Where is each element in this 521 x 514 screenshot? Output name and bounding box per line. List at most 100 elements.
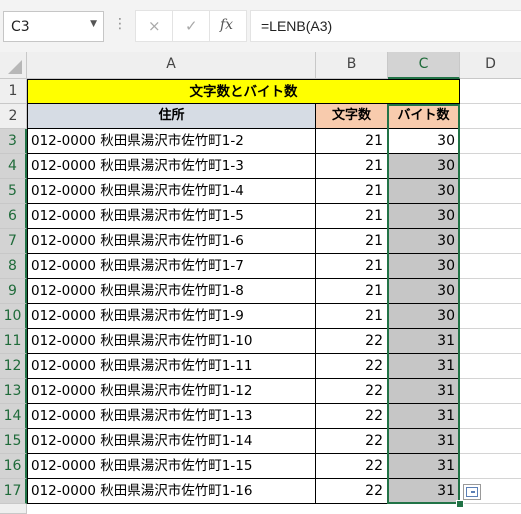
quick-analysis-button[interactable] bbox=[463, 484, 481, 500]
char-count-cell[interactable]: 22 bbox=[316, 479, 388, 504]
select-all-corner[interactable] bbox=[0, 52, 27, 79]
row-header[interactable]: 14 bbox=[0, 404, 27, 429]
address-cell[interactable]: 012-0000 秋田県湯沢市佐竹町1-13 bbox=[27, 404, 316, 429]
empty-cell[interactable] bbox=[460, 329, 521, 354]
byte-count-cell[interactable]: 31 bbox=[388, 454, 460, 479]
row-header[interactable]: 4 bbox=[0, 154, 27, 179]
byte-count-cell[interactable]: 30 bbox=[388, 204, 460, 229]
char-count-cell[interactable]: 21 bbox=[316, 204, 388, 229]
empty-cell[interactable] bbox=[460, 154, 521, 179]
byte-count-cell[interactable]: 31 bbox=[388, 479, 460, 504]
row-header[interactable]: 9 bbox=[0, 279, 27, 304]
byte-count-cell[interactable]: 30 bbox=[388, 154, 460, 179]
char-count-cell[interactable]: 21 bbox=[316, 129, 388, 154]
byte-count-cell[interactable]: 31 bbox=[388, 379, 460, 404]
empty-cell[interactable] bbox=[460, 404, 521, 429]
empty-cell[interactable] bbox=[460, 129, 521, 154]
formula-input[interactable]: =LENB(A3) bbox=[250, 10, 521, 42]
address-cell[interactable]: 012-0000 秋田県湯沢市佐竹町1-10 bbox=[27, 329, 316, 354]
empty-cell[interactable] bbox=[460, 229, 521, 254]
header-address[interactable]: 住所 bbox=[27, 104, 316, 129]
fill-handle[interactable] bbox=[456, 500, 464, 508]
address-cell[interactable]: 012-0000 秋田県湯沢市佐竹町1-12 bbox=[27, 379, 316, 404]
empty-cell[interactable] bbox=[460, 254, 521, 279]
char-count-cell[interactable]: 21 bbox=[316, 179, 388, 204]
address-cell[interactable]: 012-0000 秋田県湯沢市佐竹町1-6 bbox=[27, 229, 316, 254]
char-count-cell[interactable]: 22 bbox=[316, 354, 388, 379]
row-header[interactable]: 12 bbox=[0, 354, 27, 379]
byte-count-cell[interactable]: 31 bbox=[388, 354, 460, 379]
row-header[interactable]: 1 bbox=[0, 79, 27, 104]
row-header[interactable]: 3 bbox=[0, 129, 27, 154]
enter-button[interactable]: ✓ bbox=[172, 10, 210, 42]
row-header[interactable]: 8 bbox=[0, 254, 27, 279]
byte-count-cell[interactable]: 31 bbox=[388, 429, 460, 454]
spreadsheet-grid[interactable]: A B C D 1 文字数とバイト数 2 住所 文字数 バイト数 3 012-00… bbox=[0, 52, 521, 514]
byte-count-cell[interactable]: 31 bbox=[388, 404, 460, 429]
char-count-cell[interactable]: 21 bbox=[316, 304, 388, 329]
header-char-count[interactable]: 文字数 bbox=[316, 104, 388, 129]
byte-count-cell[interactable]: 30 bbox=[388, 229, 460, 254]
table-title[interactable]: 文字数とバイト数 bbox=[27, 79, 460, 104]
row-header[interactable]: 6 bbox=[0, 204, 27, 229]
address-cell[interactable]: 012-0000 秋田県湯沢市佐竹町1-11 bbox=[27, 354, 316, 379]
empty-cell[interactable] bbox=[460, 104, 521, 129]
empty-cell[interactable] bbox=[460, 179, 521, 204]
address-cell[interactable]: 012-0000 秋田県湯沢市佐竹町1-7 bbox=[27, 254, 316, 279]
row-header[interactable]: 17 bbox=[0, 479, 27, 504]
row-header[interactable]: 5 bbox=[0, 179, 27, 204]
byte-count-cell[interactable]: 30 bbox=[388, 279, 460, 304]
empty-cell[interactable] bbox=[460, 279, 521, 304]
insert-function-button[interactable]: fx bbox=[209, 10, 247, 42]
byte-count-cell[interactable]: 30 bbox=[388, 254, 460, 279]
char-count-cell[interactable]: 22 bbox=[316, 454, 388, 479]
row-header[interactable]: 15 bbox=[0, 429, 27, 454]
empty-cell[interactable] bbox=[460, 379, 521, 404]
byte-count-cell[interactable]: 30 bbox=[388, 304, 460, 329]
row-header[interactable]: 16 bbox=[0, 454, 27, 479]
row-header[interactable]: 13 bbox=[0, 379, 27, 404]
char-count-cell[interactable]: 21 bbox=[316, 154, 388, 179]
char-count-cell[interactable]: 21 bbox=[316, 229, 388, 254]
char-count-cell[interactable]: 22 bbox=[316, 379, 388, 404]
cancel-button[interactable]: × bbox=[135, 10, 173, 42]
empty-cell[interactable] bbox=[460, 454, 521, 479]
name-box-value: C3 bbox=[11, 19, 30, 35]
char-count-cell[interactable]: 22 bbox=[316, 329, 388, 354]
column-header-d[interactable]: D bbox=[460, 52, 521, 79]
row-header[interactable]: 2 bbox=[0, 104, 27, 129]
address-cell[interactable]: 012-0000 秋田県湯沢市佐竹町1-16 bbox=[27, 479, 316, 504]
address-cell[interactable]: 012-0000 秋田県湯沢市佐竹町1-14 bbox=[27, 429, 316, 454]
select-all-icon bbox=[8, 60, 22, 74]
empty-cell[interactable] bbox=[460, 79, 521, 104]
row-header[interactable]: 7 bbox=[0, 229, 27, 254]
address-cell[interactable]: 012-0000 秋田県湯沢市佐竹町1-3 bbox=[27, 154, 316, 179]
address-cell[interactable]: 012-0000 秋田県湯沢市佐竹町1-4 bbox=[27, 179, 316, 204]
column-header-b[interactable]: B bbox=[316, 52, 388, 79]
empty-cell[interactable] bbox=[460, 304, 521, 329]
char-count-cell[interactable]: 21 bbox=[316, 279, 388, 304]
address-cell[interactable]: 012-0000 秋田県湯沢市佐竹町1-2 bbox=[27, 129, 316, 154]
row-header[interactable]: 11 bbox=[0, 329, 27, 354]
byte-count-cell[interactable]: 30 bbox=[388, 179, 460, 204]
char-count-cell[interactable]: 21 bbox=[316, 254, 388, 279]
row-header[interactable]: 10 bbox=[0, 304, 27, 329]
address-cell[interactable]: 012-0000 秋田県湯沢市佐竹町1-9 bbox=[27, 304, 316, 329]
byte-count-cell[interactable]: 30 bbox=[388, 129, 460, 154]
row-header[interactable] bbox=[0, 504, 27, 514]
address-cell[interactable]: 012-0000 秋田県湯沢市佐竹町1-15 bbox=[27, 454, 316, 479]
column-header-c[interactable]: C bbox=[388, 52, 460, 79]
name-box[interactable]: C3 ▼ bbox=[3, 11, 104, 42]
chevron-down-icon[interactable]: ▼ bbox=[90, 19, 97, 29]
address-cell[interactable]: 012-0000 秋田県湯沢市佐竹町1-5 bbox=[27, 204, 316, 229]
function-icon: fx bbox=[220, 17, 234, 33]
char-count-cell[interactable]: 22 bbox=[316, 429, 388, 454]
byte-count-cell[interactable]: 31 bbox=[388, 329, 460, 354]
empty-cell[interactable] bbox=[460, 429, 521, 454]
empty-cell[interactable] bbox=[460, 204, 521, 229]
header-byte-count[interactable]: バイト数 bbox=[388, 104, 460, 129]
char-count-cell[interactable]: 22 bbox=[316, 404, 388, 429]
empty-cell[interactable] bbox=[460, 354, 521, 379]
column-header-a[interactable]: A bbox=[27, 52, 316, 79]
address-cell[interactable]: 012-0000 秋田県湯沢市佐竹町1-8 bbox=[27, 279, 316, 304]
